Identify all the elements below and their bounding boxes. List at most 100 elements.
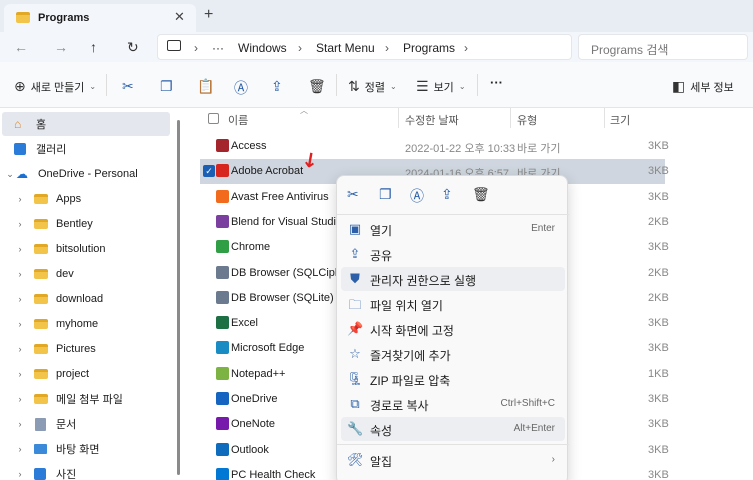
sidebar-item-dev[interactable]: › dev (0, 262, 172, 286)
breadcrumb-separator: › (298, 41, 302, 55)
column-header-type[interactable]: 유형 (517, 112, 537, 128)
chevron-right-icon[interactable]: › (14, 369, 26, 379)
chevron-down-icon: ⌄ (458, 82, 466, 91)
new-button[interactable]: ⊕ 새로 만들기 ⌄ (14, 78, 96, 95)
menu-item[interactable]: 🛠 알집 › (341, 448, 565, 472)
sidebar-scrollbar[interactable] (177, 120, 180, 475)
menu-item[interactable]: ☆ 즐겨찾기에 추가 (341, 342, 565, 366)
breadcrumb-programs[interactable]: Programs (403, 41, 455, 55)
menu-item[interactable]: ⛊ 관리자 권한으로 실행 (341, 267, 565, 291)
column-divider[interactable] (604, 108, 605, 128)
sidebar-item-pictures[interactable]: › Pictures (0, 337, 172, 361)
chevron-right-icon[interactable]: › (14, 294, 26, 304)
chevron-right-icon[interactable]: › (14, 344, 26, 354)
menu-item[interactable]: 🗀 파일 위치 열기 (341, 292, 565, 316)
chevron-right-icon[interactable]: › (14, 219, 26, 229)
sidebar-item-bentley[interactable]: › Bentley (0, 212, 172, 236)
sidebar-item-documents[interactable]: › 문서 (0, 412, 172, 436)
context-menu-quick-actions: ✂ ❐ Ⓐ ⇪ 🗑 (337, 184, 569, 210)
folder-icon (34, 369, 48, 379)
chevron-right-icon[interactable]: › (14, 319, 26, 329)
file-date: 2022-01-22 오후 10:33 (405, 143, 516, 155)
sidebar-item-project[interactable]: › project (0, 362, 172, 386)
details-button[interactable]: ◧ 세부 정보 (672, 78, 734, 95)
column-header-date[interactable]: 수정한 날짜 (405, 112, 459, 128)
column-header-name[interactable]: 이름 (228, 112, 248, 128)
chevron-right-icon[interactable]: › (14, 419, 26, 429)
copy-button[interactable]: ❐ (160, 78, 173, 95)
delete-icon[interactable]: 🗑 (472, 186, 490, 203)
sidebar-item-home[interactable]: ⌂ 홈 (2, 112, 170, 136)
paste-button[interactable]: 📋 (197, 78, 214, 95)
column-divider[interactable] (398, 108, 399, 128)
sidebar-item-apps[interactable]: › Apps (0, 187, 172, 211)
select-all-checkbox[interactable] (208, 113, 219, 124)
folder-icon (34, 219, 48, 229)
rename-button[interactable]: Ⓐ (234, 78, 248, 98)
file-name: Outlook (231, 443, 269, 456)
sidebar-item-photos[interactable]: › 사진 (0, 462, 172, 480)
chevron-right-icon[interactable]: › (14, 194, 26, 204)
back-button[interactable]: ← (14, 39, 28, 55)
chevron-right-icon[interactable]: › (14, 444, 26, 454)
sidebar-item-gallery[interactable]: 갤러리 (0, 137, 172, 161)
sidebar-item-bitsolution[interactable]: › bitsolution (0, 237, 172, 261)
menu-item[interactable]: 📌 시작 화면에 고정 (341, 317, 565, 341)
file-name: OneDrive (231, 393, 278, 405)
copy-icon[interactable]: ❐ (379, 186, 392, 203)
app-shortcut-icon (216, 341, 229, 355)
photo-icon (34, 468, 46, 480)
refresh-button[interactable]: ↻ (127, 39, 139, 56)
menu-item[interactable]: 🔧 속성 Alt+Enter (341, 417, 565, 441)
row-checkbox[interactable]: ✓ (203, 165, 215, 178)
chevron-right-icon[interactable]: › (14, 394, 26, 404)
file-size: 3KB (648, 317, 669, 330)
cut-button[interactable]: ✂ (122, 78, 134, 95)
file-name: Adobe Acrobat (231, 165, 304, 178)
share-icon[interactable]: ⇪ (441, 186, 453, 203)
sidebar-item-onedrive[interactable]: ⌄ ☁ OneDrive - Personal (0, 162, 172, 186)
cut-icon[interactable]: ✂ (347, 186, 359, 203)
new-tab-button[interactable]: + (204, 6, 213, 24)
sidebar-item-download[interactable]: › download (0, 287, 172, 311)
desktop-icon (34, 444, 47, 454)
tab-programs[interactable]: Programs ✕ (4, 4, 196, 32)
sidebar-item-myhome[interactable]: › myhome (0, 312, 172, 336)
search-placeholder: Programs 검색 (591, 43, 669, 57)
up-button[interactable]: ↑ (90, 39, 97, 55)
breadcrumb-start-menu[interactable]: Start Menu (316, 41, 375, 55)
share-button[interactable]: ⇪ (271, 78, 283, 95)
sort-button[interactable]: ⇅ 정렬 ⌄ (348, 78, 397, 95)
menu-item-label: 파일 위치 열기 (370, 299, 443, 313)
menu-item[interactable]: ⇪ 공유 (341, 242, 565, 266)
delete-button[interactable]: 🗑 (308, 78, 326, 95)
home-icon: ⌂ (14, 117, 22, 131)
chevron-down-icon[interactable]: ⌄ (4, 169, 16, 180)
breadcrumb-windows[interactable]: Windows (238, 41, 287, 55)
view-button[interactable]: ☰ 보기 ⌄ (416, 78, 466, 95)
sidebar-item-desktop[interactable]: › 바탕 화면 (0, 437, 172, 461)
cloud-icon: ☁ (16, 167, 28, 181)
sidebar-item-mail-attachments[interactable]: › 메일 첨부 파일 (0, 387, 172, 411)
menu-item[interactable]: ▣ 열기 Enter (341, 217, 565, 241)
file-size: 2KB (648, 266, 669, 279)
menu-item[interactable]: ⧉ 경로로 복사 Ctrl+Shift+C (341, 392, 565, 416)
menu-item-label: 즐겨찾기에 추가 (370, 349, 451, 363)
folder-icon (34, 344, 48, 354)
chevron-right-icon[interactable]: › (14, 244, 26, 254)
chevron-right-icon[interactable]: › (14, 469, 26, 479)
address-bar[interactable]: › ··· Windows › Start Menu › Programs › (157, 34, 572, 60)
more-button[interactable]: ··· (490, 75, 503, 90)
share-icon: ⇪ (349, 246, 361, 261)
search-input[interactable]: Programs 검색 (578, 34, 748, 60)
file-row[interactable]: Access 2022-01-22 오후 10:33 바로 가기 3KB (200, 134, 669, 159)
menu-item[interactable]: ☁OneDrive (341, 473, 565, 480)
forward-button[interactable]: → (54, 39, 68, 55)
column-header-size[interactable]: 크기 (610, 112, 630, 128)
breadcrumb-ellipsis[interactable]: ··· (212, 41, 224, 55)
column-divider[interactable] (510, 108, 511, 128)
menu-item[interactable]: 🗜 ZIP 파일로 압축 (341, 367, 565, 391)
close-icon[interactable]: ✕ (174, 9, 185, 25)
rename-icon[interactable]: Ⓐ (410, 186, 424, 206)
chevron-right-icon[interactable]: › (14, 269, 26, 279)
